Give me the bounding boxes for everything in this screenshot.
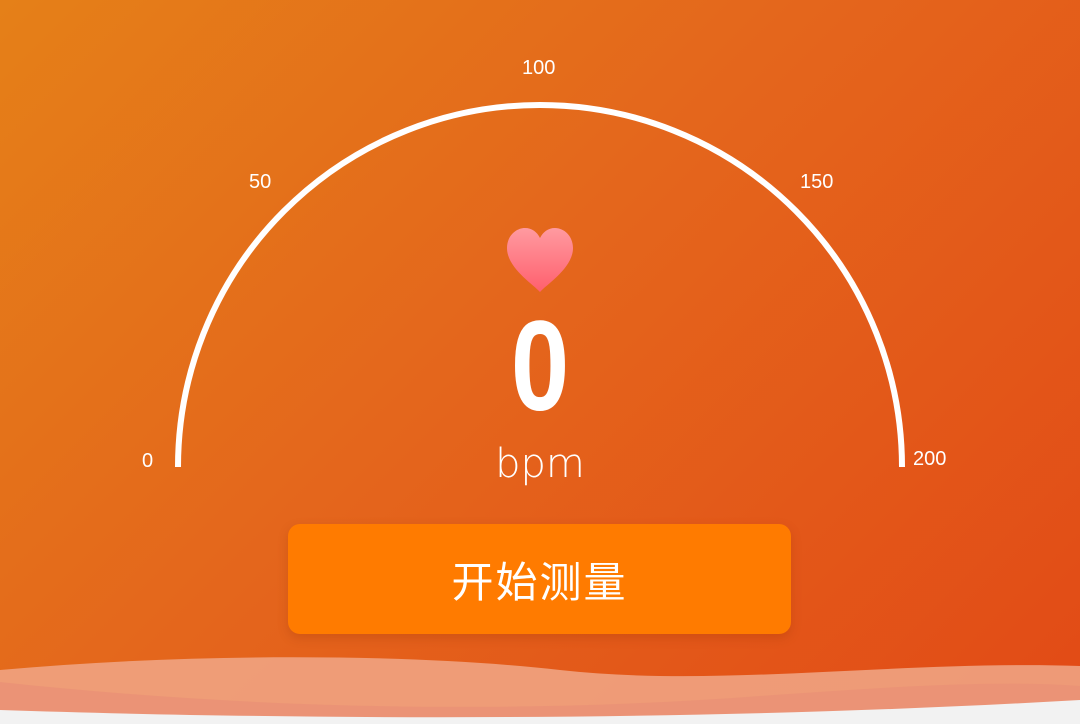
heart-rate-value: 0 bbox=[510, 295, 570, 438]
start-measure-button[interactable]: 开始测量 bbox=[288, 524, 791, 634]
gauge-tick-150: 150 bbox=[800, 171, 834, 193]
gauge-tick-100: 100 bbox=[522, 57, 556, 79]
gauge-tick-200: 200 bbox=[913, 448, 947, 470]
gauge-tick-0: 0 bbox=[142, 450, 154, 472]
heart-rate-unit: bpm bbox=[495, 441, 585, 487]
gauge-tick-50: 50 bbox=[249, 171, 272, 193]
heart-icon bbox=[507, 228, 573, 292]
start-measure-label: 开始测量 bbox=[451, 557, 628, 607]
bottom-wave-decoration bbox=[0, 657, 1080, 724]
